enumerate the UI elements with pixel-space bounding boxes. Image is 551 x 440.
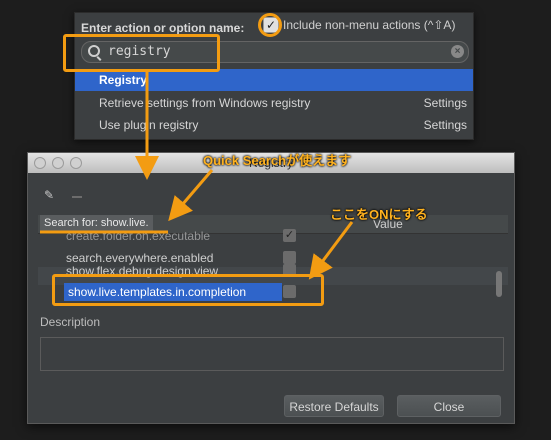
result-group: Settings: [423, 96, 467, 110]
clear-search-icon[interactable]: ×: [451, 45, 464, 58]
row-value-checkbox[interactable]: ✓: [283, 229, 296, 242]
edit-icon[interactable]: ✎: [44, 189, 57, 202]
remove-icon[interactable]: [72, 196, 82, 198]
row-value-checkbox[interactable]: [283, 251, 296, 264]
annotation-box-search: [63, 34, 220, 72]
result-label: Use plugin registry: [99, 118, 199, 132]
popup-header-label: Enter action or option name:: [81, 21, 245, 35]
result-label: Retrieve settings from Windows registry: [99, 96, 311, 110]
table-row[interactable]: create.folder.on.executable ✓: [38, 229, 508, 249]
minimize-window-icon[interactable]: [52, 157, 64, 169]
description-label: Description: [40, 315, 101, 329]
annotation-quick-search: Quick Searchが使えます: [203, 153, 352, 168]
include-non-menu-actions-label: Include non-menu actions (^⇧A): [283, 18, 456, 32]
result-item-use-plugin-registry[interactable]: Use plugin registry Settings: [75, 114, 473, 136]
popup-header: Enter action or option name:: [81, 21, 244, 35]
restore-defaults-button[interactable]: Restore Defaults: [284, 395, 384, 417]
annotation-turn-on: ここをONにする: [330, 207, 428, 222]
zoom-window-icon[interactable]: [70, 157, 82, 169]
result-item-registry[interactable]: Registry: [75, 69, 473, 91]
result-group: Settings: [423, 118, 467, 132]
result-label: Registry: [99, 73, 148, 87]
row-key: create.folder.on.executable: [66, 229, 211, 243]
close-window-icon[interactable]: [34, 157, 46, 169]
result-item-retrieve-settings[interactable]: Retrieve settings from Windows registry …: [75, 92, 473, 114]
annotation-circle: [258, 13, 282, 37]
close-button[interactable]: Close: [397, 395, 501, 417]
table-scrollbar[interactable]: [496, 271, 502, 297]
description-box: [40, 337, 504, 371]
annotation-box-row: [52, 274, 324, 306]
include-non-menu-actions-checkbox[interactable]: ✓ Include non-menu actions (^⇧A): [263, 17, 455, 33]
